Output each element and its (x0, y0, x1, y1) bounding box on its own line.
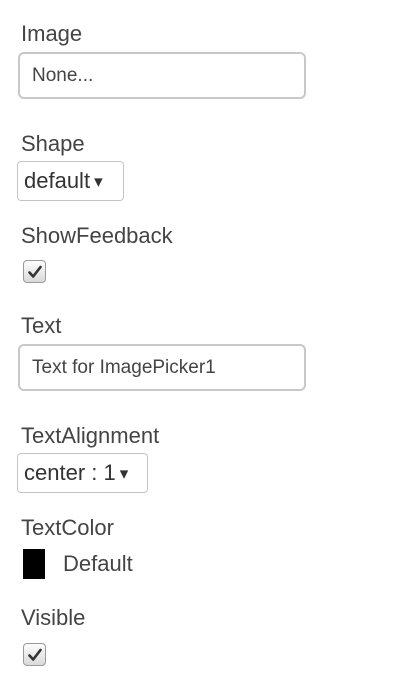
text-label: Text (21, 313, 62, 338)
text-color-value[interactable]: Default (63, 551, 133, 577)
show-feedback-label: ShowFeedback (21, 223, 173, 248)
shape-dropdown-value: default (24, 168, 91, 193)
image-picker-field[interactable]: None... (18, 52, 306, 99)
text-color-swatch[interactable] (23, 549, 45, 579)
shape-dropdown[interactable]: default ▾ (17, 161, 124, 201)
text-input[interactable]: Text for ImagePicker1 (18, 344, 306, 391)
checkmark-icon (27, 648, 42, 661)
text-alignment-dropdown[interactable]: center : 1 ▾ (17, 453, 148, 493)
checkmark-icon (27, 265, 42, 278)
shape-label: Shape (21, 131, 85, 156)
show-feedback-checkbox[interactable] (23, 260, 46, 283)
text-color-label: TextColor (21, 515, 114, 540)
text-alignment-label: TextAlignment (21, 423, 160, 448)
visible-checkbox[interactable] (23, 643, 46, 666)
chevron-down-icon: ▾ (94, 171, 103, 191)
image-label: Image (21, 21, 83, 46)
text-alignment-dropdown-value: center : 1 (24, 460, 116, 485)
visible-label: Visible (21, 605, 86, 630)
chevron-down-icon: ▾ (119, 463, 129, 483)
